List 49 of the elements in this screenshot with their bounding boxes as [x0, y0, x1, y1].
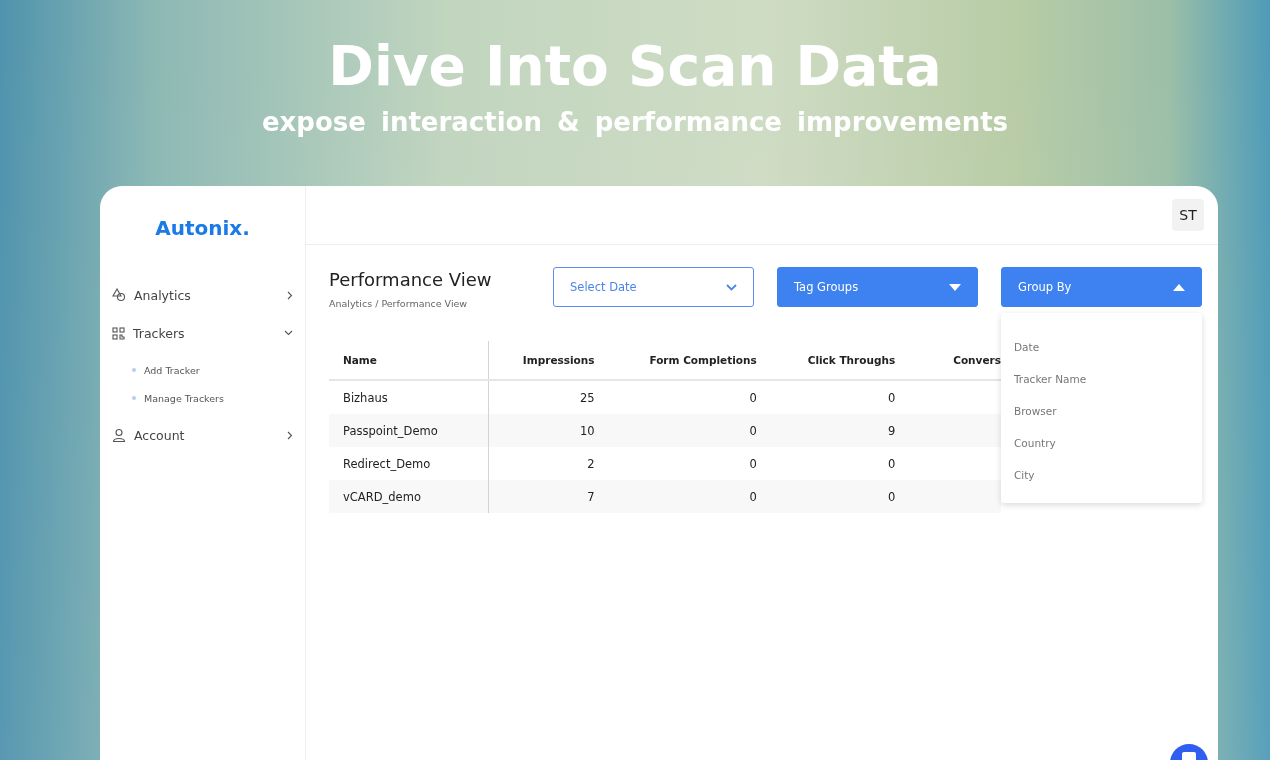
sidebar-subitem[interactable]: Add Tracker: [132, 362, 293, 378]
column-header: Click Throughs: [807, 354, 896, 366]
dropdown-option[interactable]: Tracker Name: [1001, 363, 1202, 395]
table-cell: 0: [887, 489, 896, 504]
dropdown[interactable]: Tag Groups: [777, 267, 978, 307]
column-header: Convers: [953, 354, 1001, 366]
table-cell: 0: [749, 456, 757, 471]
dropdown-option[interactable]: City: [1001, 459, 1202, 491]
table-cell: Bizhaus: [343, 390, 388, 405]
dropdown-option[interactable]: Country: [1001, 427, 1202, 459]
table-cell: 0: [749, 423, 757, 438]
table-cell: vCARD_demo: [343, 489, 421, 504]
dropdown-option[interactable]: Browser: [1001, 395, 1202, 427]
sidebar-item[interactable]: Analytics: [112, 282, 293, 308]
caret-down-icon: [949, 283, 961, 291]
dropdown[interactable]: Group By: [1001, 267, 1202, 307]
table-cell: 2: [587, 456, 595, 471]
subheadline: expose interaction & performance improvements: [261, 106, 1009, 137]
column-header: Impressions: [522, 354, 595, 366]
table-cell: 0: [887, 456, 896, 471]
column-header: Form Completions: [649, 354, 757, 366]
table-cell: 0: [749, 489, 757, 504]
sidebar-subitem[interactable]: Manage Trackers: [132, 390, 293, 406]
chevron-right-icon: [287, 430, 293, 440]
table-cell: 0: [749, 390, 757, 405]
breadcrumb: Analytics / Performance View: [329, 298, 468, 309]
caret-up-icon: [1173, 283, 1185, 291]
qr-code-icon: [112, 326, 125, 340]
shapes-icon: [112, 288, 126, 302]
column-header: Name: [343, 354, 377, 366]
table-cell: 10: [579, 423, 595, 438]
headline: Dive Into Scan Data: [328, 36, 942, 97]
chevron-down-icon: [284, 330, 293, 336]
user-icon: [112, 428, 126, 442]
table-cell: Redirect_Demo: [343, 456, 431, 471]
table-cell: 9: [887, 423, 896, 438]
chevron-down-icon: [726, 283, 737, 291]
sidebar-item[interactable]: Account: [112, 422, 293, 448]
page-title: Performance View: [329, 268, 493, 290]
user-avatar[interactable]: ST: [1172, 199, 1204, 231]
table-cell: 0: [887, 390, 896, 405]
dropdown-option[interactable]: Date: [1001, 331, 1202, 363]
logo: Autonix.: [154, 215, 251, 242]
chevron-right-icon: [287, 290, 293, 300]
dropdown[interactable]: Select Date: [553, 267, 754, 307]
sidebar-item[interactable]: Trackers: [112, 320, 293, 346]
table-cell: Passpoint_Demo: [343, 423, 438, 438]
table-cell: 25: [579, 390, 595, 405]
table-cell: 7: [587, 489, 595, 504]
